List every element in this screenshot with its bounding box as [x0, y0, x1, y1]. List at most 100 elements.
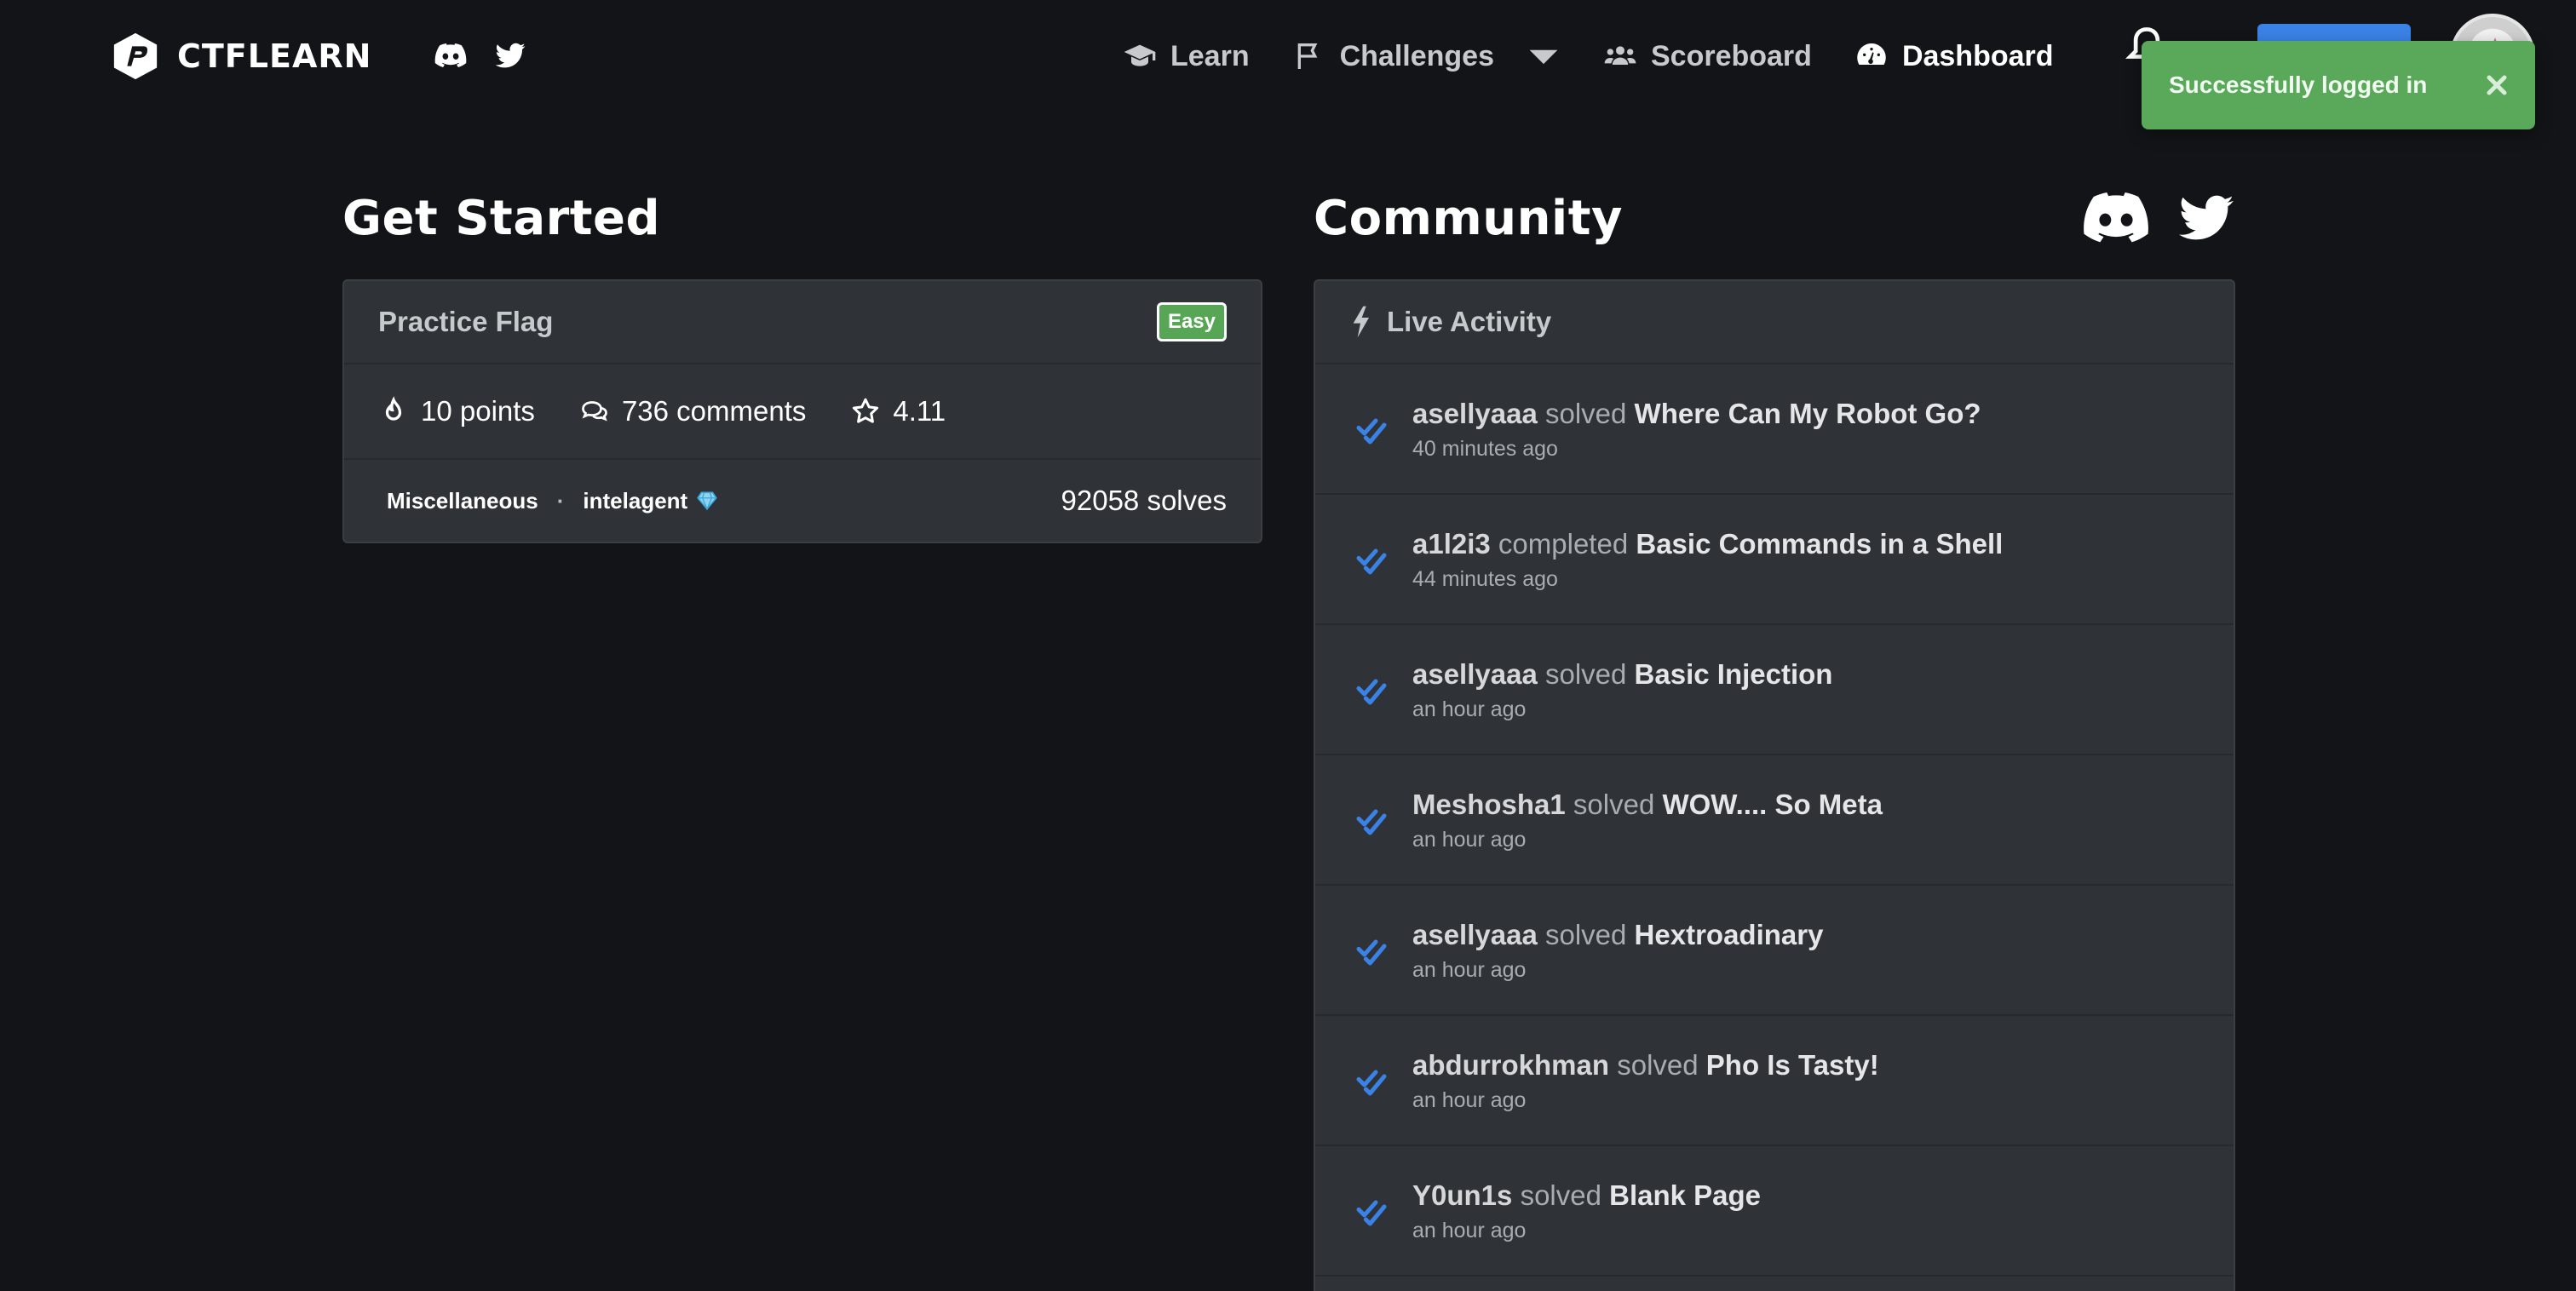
live-activity-header: Live Activity [1315, 281, 2234, 364]
brand-link[interactable]: CTFLEARN [111, 31, 371, 82]
community-heading: Community [1314, 191, 1623, 246]
activity-text: asellyaaa solved Basic Injection an hour… [1412, 657, 1832, 722]
activity-text: a1l2i3 completed Basic Commands in a She… [1412, 526, 2003, 592]
fire-icon [385, 396, 402, 421]
activity-verb: solved [1573, 789, 1655, 820]
nav-scoreboard-label: Scoreboard [1650, 39, 1812, 72]
graduation-cap-icon [1124, 44, 1156, 66]
activity-verb: solved [1544, 398, 1627, 429]
solves-count: 92058 solves [1061, 485, 1227, 516]
activity-row: abdurrokhman solved Pho Is Tasty! an hou… [1315, 1016, 2234, 1146]
practice-card-footer: Miscellaneous · intelagent 92058 solves [344, 460, 1261, 542]
chevron-down-icon[interactable] [1527, 39, 1561, 73]
nav-challenges[interactable]: Challenges [1292, 26, 1561, 87]
activity-time: an hour ago [1412, 697, 1527, 721]
live-activity-card: Live Activity asellyaaa solved Where Can… [1314, 279, 2235, 1291]
activity-text: Y0un1s solved Blank Page an hour ago [1412, 1178, 1761, 1243]
twitter-icon[interactable] [2179, 194, 2234, 242]
nav-dashboard-label: Dashboard [1901, 39, 2054, 72]
close-icon[interactable] [2484, 72, 2510, 98]
main-nav: Learn Challenges Scoreboard Dashboard [1123, 26, 2096, 87]
activity-challenge[interactable]: WOW.... So Meta [1662, 789, 1883, 820]
practice-flag-card[interactable]: Practice Flag Easy 10 points 736 comment… [342, 279, 1262, 543]
activity-row: asellyaaa solved Hextroadinary an hour a… [1315, 886, 2234, 1016]
activity-user[interactable]: Meshosha1 [1412, 789, 1566, 820]
activity-time: an hour ago [1412, 828, 1527, 852]
rating-value: 4.11 [893, 395, 946, 427]
activity-row: a1l2i3 completed Basic Commands in a She… [1315, 495, 2234, 625]
double-check-icon [1356, 679, 1387, 704]
activity-text: abdurrokhman solved Pho Is Tasty! an hou… [1412, 1047, 1879, 1113]
flag-icon [1297, 43, 1317, 69]
activity-time: an hour ago [1412, 1088, 1527, 1112]
activity-user[interactable]: abdurrokhman [1412, 1049, 1609, 1081]
brand-name: CTFLEARN [177, 37, 372, 75]
toast-message: Successfully logged in [2169, 72, 2428, 98]
community-social-links [2084, 192, 2234, 244]
activity-user[interactable]: asellyaaa [1412, 398, 1538, 429]
nav-scoreboard[interactable]: Scoreboard [1603, 26, 1812, 87]
activity-challenge[interactable]: Pho Is Tasty! [1706, 1049, 1879, 1081]
activity-challenge[interactable]: Basic Commands in a Shell [1636, 528, 2003, 559]
activity-verb: solved [1520, 1179, 1601, 1211]
login-success-toast: Successfully logged in [2142, 41, 2535, 129]
activity-verb: solved [1617, 1049, 1699, 1081]
activity-challenge[interactable]: Hextroadinary [1635, 919, 1824, 950]
comments-value: 736 comments [621, 395, 807, 427]
category-label[interactable]: Miscellaneous [387, 488, 538, 514]
activity-verb: completed [1498, 528, 1629, 559]
activity-text: asellyaaa solved Where Can My Robot Go? … [1412, 396, 1981, 462]
activity-user[interactable]: asellyaaa [1412, 919, 1538, 950]
nav-challenges-label: Challenges [1339, 39, 1494, 72]
star-icon [853, 398, 879, 423]
activity-user[interactable]: a1l2i3 [1412, 528, 1491, 559]
difficulty-badge: Easy [1156, 302, 1227, 341]
double-check-icon [1356, 548, 1387, 574]
double-check-icon [1356, 418, 1387, 444]
discord-icon[interactable] [2084, 192, 2148, 244]
challenge-meta: Miscellaneous · intelagent [387, 488, 718, 514]
comments-icon [582, 401, 607, 422]
activity-challenge[interactable]: Basic Injection [1635, 658, 1833, 690]
double-check-icon [1356, 1200, 1387, 1225]
users-icon [1604, 46, 1636, 65]
activity-row: Meshosha1 solved WOW.... So Meta an hour… [1315, 755, 2234, 886]
challenge-stats: 10 points 736 comments 4.11 [344, 364, 1261, 460]
diamond-icon [697, 491, 718, 511]
get-started-heading: Get Started [342, 191, 661, 246]
ctflearn-logo-icon [113, 32, 158, 80]
challenge-title[interactable]: Practice Flag [378, 306, 553, 338]
activity-row: asellyaaa solved Basic Injection an hour… [1315, 625, 2234, 755]
points-value: 10 points [421, 395, 535, 427]
activity-text: asellyaaa solved Hextroadinary an hour a… [1412, 917, 1823, 983]
double-check-icon [1356, 1070, 1387, 1095]
activity-challenge[interactable]: Blank Page [1609, 1179, 1761, 1211]
activity-row: asellyaaa solved Where Can My Robot Go? … [1315, 364, 2234, 495]
nav-learn[interactable]: Learn [1123, 26, 1250, 87]
activity-text: Meshosha1 solved WOW.... So Meta an hour… [1412, 787, 1883, 852]
activity-time: 44 minutes ago [1412, 567, 1558, 591]
activity-user[interactable]: Y0un1s [1412, 1179, 1512, 1211]
activity-challenge[interactable]: Where Can My Robot Go? [1635, 398, 1981, 429]
meta-separator: · [556, 487, 565, 514]
nav-learn-label: Learn [1170, 39, 1250, 72]
gauge-icon [1857, 43, 1886, 65]
activity-user[interactable]: asellyaaa [1412, 658, 1538, 690]
activity-verb: solved [1544, 658, 1627, 690]
live-activity-title: Live Activity [1387, 306, 1552, 337]
points-stat: 10 points [378, 395, 535, 427]
activity-time: 40 minutes ago [1412, 437, 1558, 461]
nav-dashboard[interactable]: Dashboard [1854, 26, 2054, 87]
double-check-icon [1356, 939, 1387, 965]
activity-verb: solved [1544, 919, 1627, 950]
navbar-social-links [433, 37, 528, 73]
author-link[interactable]: intelagent [583, 488, 687, 514]
bolt-icon [1353, 306, 1369, 338]
practice-card-header: Practice Flag Easy [344, 281, 1261, 364]
comments-stat[interactable]: 736 comments [579, 395, 806, 427]
rating-stat: 4.11 [850, 395, 946, 427]
twitter-icon[interactable] [492, 37, 528, 73]
double-check-icon [1356, 809, 1387, 835]
discord-icon[interactable] [433, 37, 469, 73]
activity-time: an hour ago [1412, 1219, 1527, 1242]
